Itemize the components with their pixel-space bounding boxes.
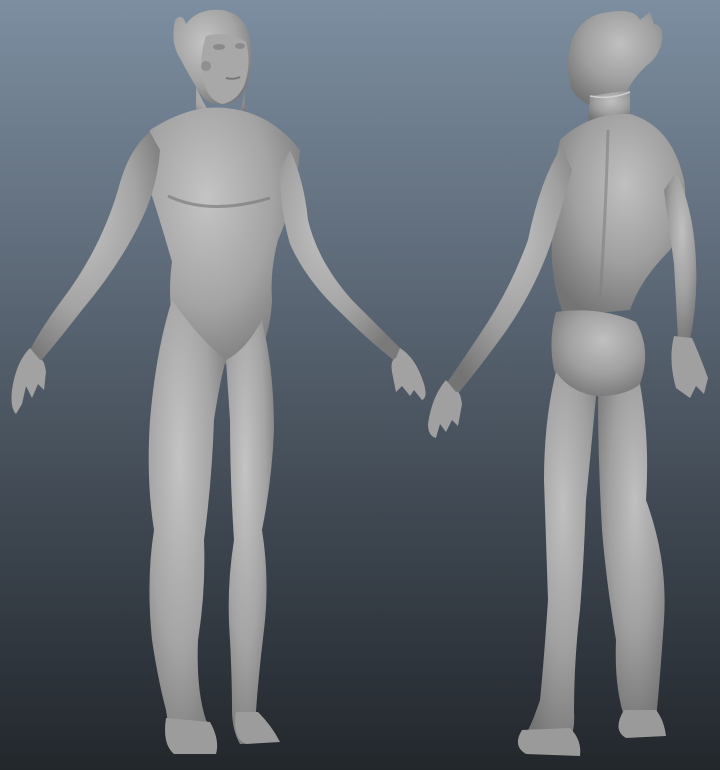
front-arm-right [280, 150, 404, 362]
front-leg-left [148, 300, 226, 754]
front-ear-gill [201, 61, 211, 71]
3d-viewport[interactable] [0, 0, 720, 770]
viewport-canvas [11, 9, 708, 756]
back-torso [551, 113, 686, 316]
back-foot-right [618, 710, 666, 738]
front-foot-left [165, 718, 218, 754]
back-arm-right [664, 172, 697, 340]
front-eye-left [213, 44, 225, 50]
back-leg-left [522, 372, 596, 752]
back-foot-left [517, 728, 581, 756]
back-head-crest [568, 11, 663, 107]
back-leg-right [598, 384, 665, 722]
front-eye-right [235, 43, 245, 49]
front-arm-left [30, 132, 160, 362]
alien-figure-front[interactable] [11, 9, 426, 754]
back-hand-right [671, 336, 708, 398]
alien-figure-back[interactable] [428, 11, 708, 756]
front-leg-right [226, 320, 274, 744]
front-foot-right [235, 712, 280, 744]
